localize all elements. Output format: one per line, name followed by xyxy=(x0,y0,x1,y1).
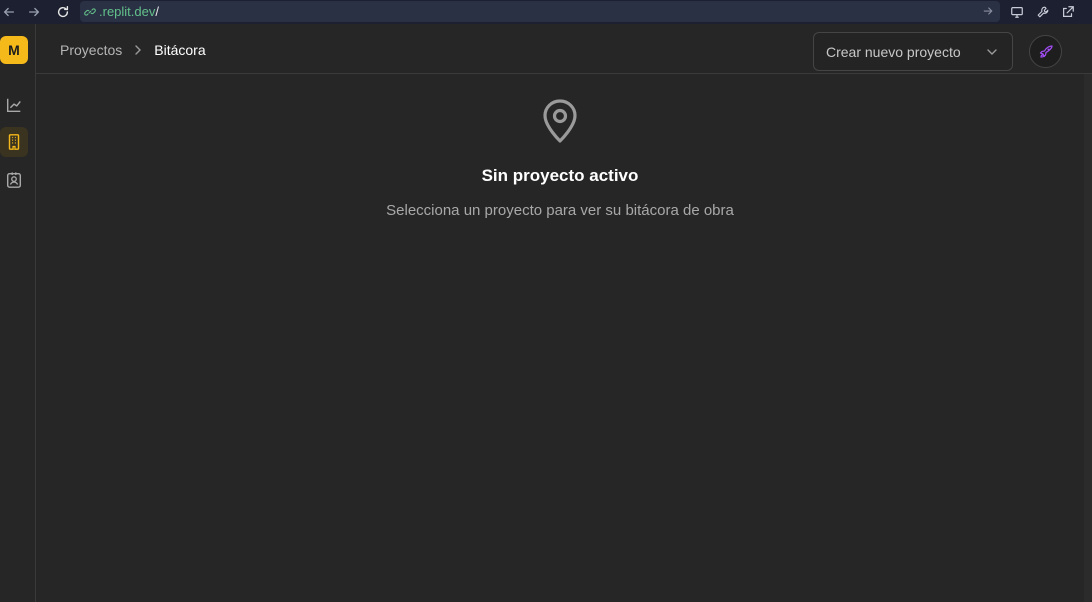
empty-state-title: Sin proyecto activo xyxy=(481,166,639,185)
chevron-right-icon xyxy=(132,44,144,56)
back-button[interactable] xyxy=(0,3,18,21)
sidebar: M xyxy=(0,24,36,602)
building-icon xyxy=(8,134,20,150)
breadcrumb-projects-link[interactable]: Proyectos xyxy=(60,42,122,58)
rocket-icon xyxy=(1039,44,1053,58)
open-new-tab-button[interactable] xyxy=(1060,4,1076,20)
url-path: / xyxy=(155,4,159,19)
page-header: Proyectos Bitácora Crear nuevo proyecto xyxy=(36,24,1092,74)
forward-button[interactable] xyxy=(25,3,43,21)
url-host: .replit.dev xyxy=(99,4,156,19)
sidebar-item-projects[interactable] xyxy=(0,127,28,157)
arrow-left-icon xyxy=(3,7,15,17)
devtools-button[interactable] xyxy=(1035,4,1051,20)
wrench-icon xyxy=(1037,6,1049,18)
browser-toolbar: .replit.dev / xyxy=(0,0,1092,24)
arrow-right-icon xyxy=(28,7,40,17)
project-select[interactable]: Crear nuevo proyecto xyxy=(813,32,1013,71)
sidebar-item-analytics[interactable] xyxy=(0,90,28,120)
breadcrumb-current: Bitácora xyxy=(154,42,206,58)
empty-state: Sin proyecto activo Selecciona un proyec… xyxy=(36,74,1084,274)
go-arrow-icon[interactable] xyxy=(982,5,994,17)
sidebar-item-contacts[interactable] xyxy=(0,165,28,195)
map-pin-icon xyxy=(540,98,580,146)
launch-button[interactable] xyxy=(1029,35,1062,68)
link-icon xyxy=(84,6,96,18)
monitor-icon xyxy=(1011,7,1023,18)
empty-state-subtitle: Selecciona un proyecto para ver su bitác… xyxy=(386,202,734,219)
scrollbar-track[interactable] xyxy=(1084,74,1092,602)
app-logo[interactable]: M xyxy=(0,36,28,64)
device-preview-button[interactable] xyxy=(1009,4,1025,20)
chart-line-icon xyxy=(6,98,21,113)
external-link-icon xyxy=(1063,6,1074,17)
contact-badge-icon xyxy=(6,172,22,188)
reload-button[interactable] xyxy=(54,3,72,21)
breadcrumb: Proyectos Bitácora xyxy=(60,42,206,58)
reload-icon xyxy=(57,6,69,18)
chevron-down-icon xyxy=(986,46,998,58)
url-bar[interactable]: .replit.dev / xyxy=(80,1,1000,22)
project-select-placeholder: Crear nuevo proyecto xyxy=(826,43,961,60)
